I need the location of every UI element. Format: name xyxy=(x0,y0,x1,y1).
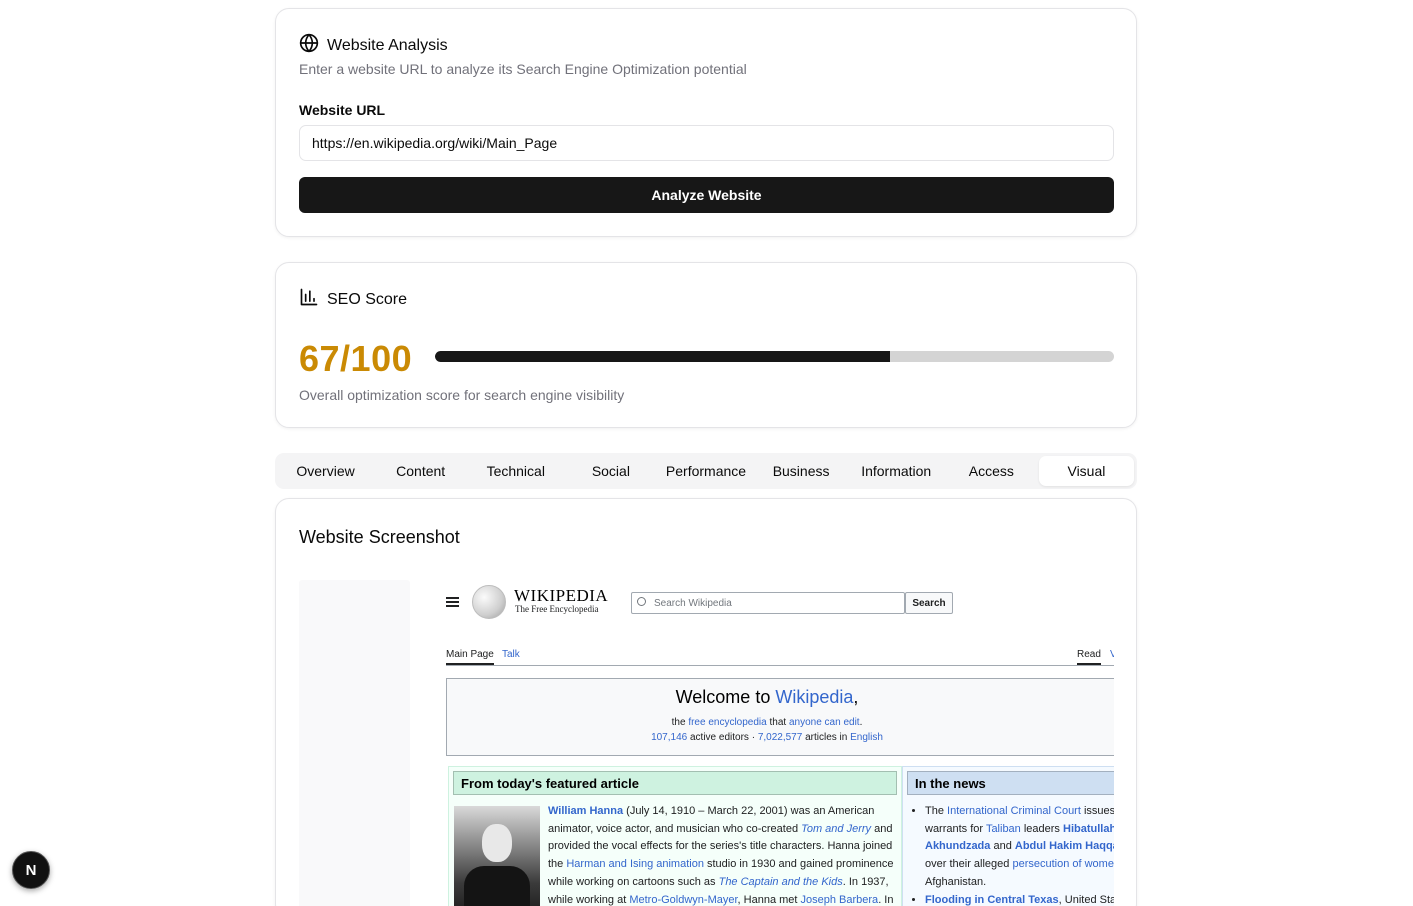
score-header: SEO Score xyxy=(299,287,407,312)
score-value: 67/100 xyxy=(299,338,413,379)
screenshot-title: Website Screenshot xyxy=(299,527,460,547)
wiki-featured-text: William Hanna (July 14, 1910 – March 22,… xyxy=(548,805,894,906)
tab-overview[interactable]: Overview xyxy=(278,456,373,486)
wiki-welcome-line1: the free encyclopedia that anyone can ed… xyxy=(671,717,863,728)
tab-content[interactable]: Content xyxy=(373,456,468,486)
wiki-news-list: The International Criminal Court issues … xyxy=(915,803,1114,906)
tab-access[interactable]: Access xyxy=(944,456,1039,486)
wiki-tab-talk: Talk xyxy=(502,649,520,660)
score-progress-fill xyxy=(435,351,890,362)
analysis-description: Enter a website URL to analyze its Searc… xyxy=(299,61,747,77)
wiki-search-placeholder: Search Wikipedia xyxy=(654,597,732,609)
wiki-tab-rule xyxy=(446,665,1114,666)
wiki-news-item: The International Criminal Court issues … xyxy=(925,803,1114,892)
website-screenshot: WIKIPEDIA The Free Encyclopedia Search W… xyxy=(410,580,1114,906)
wiki-welcome-banner: Welcome to Wikipedia, the free encyclope… xyxy=(446,678,1114,756)
wiki-menu-icon xyxy=(446,597,459,609)
page: Website Analysis Enter a website URL to … xyxy=(0,0,1413,906)
score-description: Overall optimization score for search en… xyxy=(299,387,625,403)
website-url-input[interactable] xyxy=(299,125,1114,161)
wiki-search-icon xyxy=(637,597,646,606)
url-label: Website URL xyxy=(299,102,386,118)
wiki-tab-read: Read xyxy=(1077,649,1101,665)
wiki-wordmark: WIKIPEDIA xyxy=(514,586,609,605)
tab-performance[interactable]: Performance xyxy=(658,456,753,486)
analysis-tabs: Overview Content Technical Social Perfor… xyxy=(275,453,1137,489)
website-screenshot-card: Website Screenshot WIKIPEDIA The Free En… xyxy=(275,498,1137,906)
nextjs-dev-badge[interactable]: N xyxy=(12,851,50,889)
tab-visual[interactable]: Visual xyxy=(1038,456,1134,486)
wiki-featured-photo xyxy=(454,806,540,906)
wikipedia-logo-icon xyxy=(472,585,506,619)
wiki-news-item: Flooding in Central Texas, United Stat xyxy=(925,892,1114,906)
score-progress-bar xyxy=(435,351,1114,362)
wiki-search-button: Search xyxy=(905,592,953,614)
bar-chart-icon xyxy=(299,287,319,312)
wiki-tagline: The Free Encyclopedia xyxy=(515,604,599,614)
screenshot-side-panel xyxy=(299,580,410,906)
wiki-search-box: Search Wikipedia xyxy=(631,592,905,614)
analysis-header: Website Analysis xyxy=(299,33,448,58)
tab-business[interactable]: Business xyxy=(754,456,849,486)
tab-information[interactable]: Information xyxy=(849,456,944,486)
seo-score-card: SEO Score 67/100 Overall optimization sc… xyxy=(275,262,1137,428)
wiki-featured-article: From today's featured article William Ha… xyxy=(448,766,902,906)
tab-social[interactable]: Social xyxy=(563,456,658,486)
wiki-welcome-title: Welcome to Wikipedia, xyxy=(675,687,859,707)
analyze-website-button[interactable]: Analyze Website xyxy=(299,177,1114,213)
analysis-title: Website Analysis xyxy=(327,36,448,54)
wiki-welcome-line2: 107,146 active editors · 7,022,577 artic… xyxy=(651,732,883,743)
globe-icon xyxy=(299,33,319,58)
wiki-in-the-news: In the news The International Criminal C… xyxy=(902,766,1114,906)
website-analysis-card: Website Analysis Enter a website URL to … xyxy=(275,8,1137,237)
score-title: SEO Score xyxy=(327,290,408,308)
wiki-featured-heading: From today's featured article xyxy=(453,771,897,795)
wiki-tab-view: V xyxy=(1110,649,1114,660)
wiki-tab-main: Main Page xyxy=(446,649,494,665)
tab-technical[interactable]: Technical xyxy=(468,456,563,486)
wiki-news-heading: In the news xyxy=(907,771,1114,795)
